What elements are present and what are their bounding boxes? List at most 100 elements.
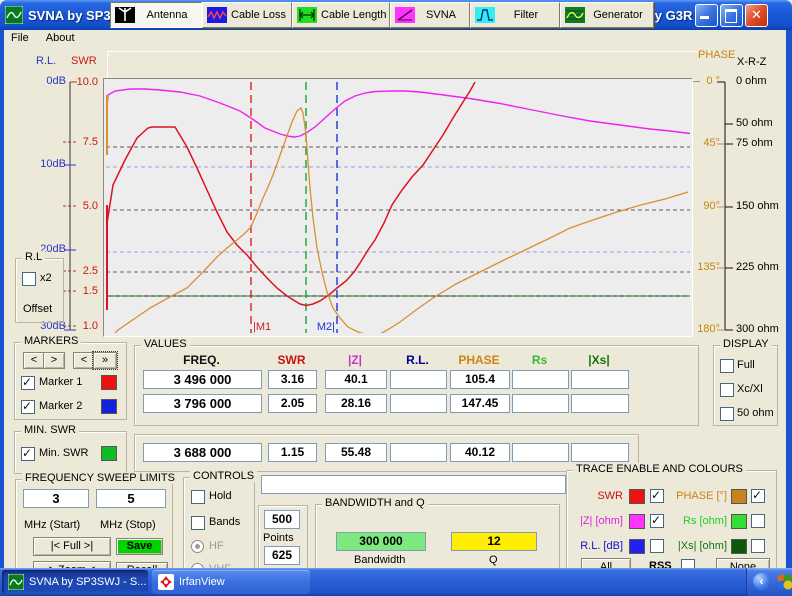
- trace-rs-swatch[interactable]: [731, 514, 747, 529]
- trace-rl-checkbox[interactable]: [650, 539, 664, 553]
- svna-mode-button[interactable]: SVNA: [390, 2, 470, 28]
- bands-checkbox[interactable]: [191, 516, 205, 530]
- swr-tick-7-5: 7.5: [70, 136, 98, 148]
- trace-rl-label: R.L. [dB]: [567, 540, 623, 552]
- m2-phase-field[interactable]: 147.45: [450, 394, 510, 413]
- marker2-checkbox[interactable]: [21, 400, 35, 414]
- m2-xs-field[interactable]: [571, 394, 629, 413]
- sweep-start-field[interactable]: 3: [23, 489, 89, 508]
- menu-file[interactable]: File: [4, 30, 36, 46]
- marker2-label: Marker 2: [39, 400, 82, 412]
- m1-z-field[interactable]: 40.1: [325, 370, 387, 389]
- min-phase-field[interactable]: 40.12: [450, 443, 510, 462]
- save-button[interactable]: Save: [116, 538, 163, 555]
- m1-rs-field[interactable]: [512, 370, 569, 389]
- hf-radio[interactable]: [191, 540, 204, 553]
- trace-z-label: |Z| [ohm]: [567, 515, 623, 527]
- trace-rs-checkbox[interactable]: [751, 514, 765, 528]
- m2-rs-field[interactable]: [512, 394, 569, 413]
- display-full-checkbox[interactable]: [720, 359, 734, 373]
- m1-swr-field[interactable]: 3.16: [268, 370, 317, 389]
- chart-plot-area[interactable]: |M1M2|: [103, 78, 693, 337]
- trace-z-checkbox[interactable]: [650, 514, 664, 528]
- filter-mode-button[interactable]: Filter: [470, 2, 560, 28]
- min-freq-field[interactable]: 3 688 000: [143, 443, 262, 462]
- full-span-button[interactable]: |< Full >|: [33, 537, 111, 556]
- tray-notification-icon[interactable]: [777, 574, 792, 590]
- sweep-stop-field[interactable]: 5: [96, 489, 166, 508]
- taskbar-task-irfanview[interactable]: IrfanView: [152, 570, 310, 594]
- menu-about[interactable]: About: [39, 30, 82, 46]
- trace-xs-checkbox[interactable]: [751, 539, 765, 553]
- antenna-mode-button[interactable]: Antenna: [110, 2, 202, 28]
- marker2-color-swatch[interactable]: [101, 399, 117, 414]
- rl-x2-checkbox[interactable]: [22, 272, 36, 286]
- m1-phase-field[interactable]: 105.4: [450, 370, 510, 389]
- points-bottom-field[interactable]: 625: [264, 546, 300, 565]
- bandwidth-field[interactable]: 300 000: [336, 532, 426, 551]
- taskbar-task-svna-label: SVNA by SP3SWJ - S...: [29, 576, 146, 588]
- trace-swr-checkbox[interactable]: [650, 489, 664, 503]
- chart-traces: |M1M2|: [106, 82, 690, 333]
- header-phase: PHASE: [450, 353, 508, 367]
- points-top-field[interactable]: 500: [264, 510, 300, 529]
- min-z-field[interactable]: 55.48: [325, 443, 387, 462]
- trace-rl-swatch[interactable]: [629, 539, 645, 554]
- minimize-icon: [700, 16, 709, 19]
- marker1-color-swatch[interactable]: [101, 375, 117, 390]
- bandwidth-label: Bandwidth: [354, 554, 405, 566]
- trace-z-swatch[interactable]: [629, 514, 645, 529]
- marker1-checkbox[interactable]: [21, 376, 35, 390]
- min-swr-field[interactable]: 1.15: [268, 443, 317, 462]
- marker-next-button[interactable]: >: [43, 352, 65, 369]
- m2-freq-field[interactable]: 3 796 000: [143, 394, 262, 413]
- window-border-left: [0, 30, 4, 568]
- generator-mode-button[interactable]: Generator: [560, 2, 654, 28]
- min-swr-label: Min. SWR: [39, 447, 89, 459]
- close-button[interactable]: ✕: [745, 4, 768, 27]
- tray-collapse-button[interactable]: ‹: [753, 573, 770, 590]
- marker-step-back-button[interactable]: <: [73, 352, 95, 369]
- maximize-icon: [725, 9, 737, 23]
- marker-prev-button[interactable]: <: [23, 352, 45, 369]
- window-border-right: [786, 30, 792, 568]
- trace-phase-checkbox[interactable]: [751, 489, 765, 503]
- trace-xs-swatch[interactable]: [731, 539, 747, 554]
- display-group: DISPLAY Full Xc/Xl 50 ohm: [713, 345, 778, 426]
- m2-z-field[interactable]: 28.16: [325, 394, 387, 413]
- taskbar-task-svna[interactable]: SVNA by SP3SWJ - S...: [2, 570, 148, 594]
- phase-tick-0: 0 °: [694, 75, 720, 87]
- min-xs-field[interactable]: [571, 443, 629, 462]
- hold-checkbox[interactable]: [191, 490, 205, 504]
- trace-phase-swatch[interactable]: [731, 489, 747, 504]
- cable-length-mode-button[interactable]: Cable Length: [292, 2, 390, 28]
- m2-swr-field[interactable]: 2.05: [268, 394, 317, 413]
- min-swr-checkbox[interactable]: [21, 447, 35, 461]
- cable-loss-mode-button[interactable]: Cable Loss: [202, 2, 292, 28]
- min-rs-field[interactable]: [512, 443, 569, 462]
- header-xs: |Xs|: [571, 353, 627, 367]
- display-50ohm-checkbox[interactable]: [720, 407, 734, 421]
- rl-offset-title: R.L: [22, 251, 45, 263]
- m2-rl-field[interactable]: [390, 394, 447, 413]
- trace-swr-swatch[interactable]: [629, 489, 645, 504]
- m1-xs-field[interactable]: [571, 370, 629, 389]
- q-field[interactable]: 12: [451, 532, 537, 551]
- m1-rl-field[interactable]: [390, 370, 447, 389]
- display-xcxl-checkbox[interactable]: [720, 383, 734, 397]
- min-rl-field[interactable]: [390, 443, 447, 462]
- minimize-button[interactable]: [695, 4, 718, 27]
- filter-icon: [475, 7, 495, 23]
- min-swr-color-swatch[interactable]: [101, 446, 117, 461]
- text-entry-field[interactable]: [261, 475, 566, 494]
- m1-freq-field[interactable]: 3 496 000: [143, 370, 262, 389]
- trace-xs-label: |Xs| [ohm]: [667, 540, 727, 552]
- min-swr-title: MIN. SWR: [21, 424, 79, 436]
- ohm-tick-300: 300 ohm: [736, 323, 779, 335]
- sweep-limits-title: FREQUENCY SWEEP LIMITS: [22, 472, 178, 484]
- irfanview-icon: [158, 574, 174, 590]
- marker-step-fwd-button[interactable]: »: [93, 352, 117, 369]
- header-freq: FREQ.: [143, 353, 260, 367]
- maximize-button[interactable]: [720, 4, 743, 27]
- display-xcxl-label: Xc/Xl: [737, 383, 763, 395]
